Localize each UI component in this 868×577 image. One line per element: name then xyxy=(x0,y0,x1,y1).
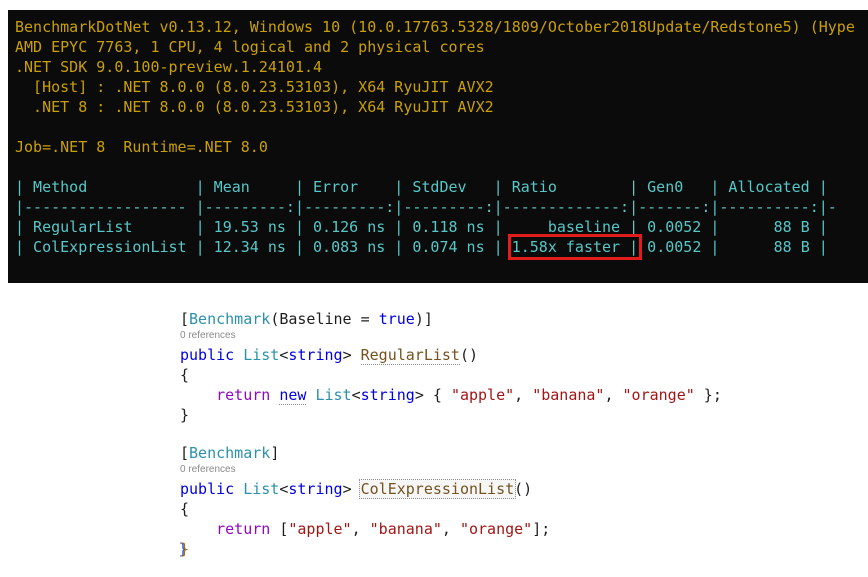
codelens-references-link[interactable]: 0 references xyxy=(180,463,722,479)
method-name-colexpressionlist: ColExpressionList xyxy=(358,479,517,499)
code-line-body: return ["apple", "banana", "orange"]; xyxy=(180,519,722,539)
codelens-references-link[interactable]: 0 references xyxy=(180,329,722,345)
code-line-attribute: [Benchmark(Baseline = true)] xyxy=(180,309,722,329)
code-line-open-brace: { xyxy=(180,499,722,519)
code-line-signature: public List<string> RegularList() xyxy=(180,345,722,365)
code-token: > xyxy=(342,480,361,498)
ratio-highlight-box: 1.58x faster | xyxy=(507,234,643,260)
method-name-regularlist: RegularList xyxy=(360,346,460,365)
type-list: List xyxy=(243,480,280,498)
keyword-string: string xyxy=(288,346,343,364)
code-token: , xyxy=(441,520,460,538)
code-line-attribute: [Benchmark] xyxy=(180,443,722,463)
code-block-regularlist: [Benchmark(Baseline = true)] 0 reference… xyxy=(180,309,722,425)
type-list: List xyxy=(315,386,352,404)
keyword-string: string xyxy=(360,386,415,404)
attribute-benchmark: Benchmark xyxy=(189,444,271,462)
keyword-new: new xyxy=(279,386,307,405)
attribute-benchmark: Benchmark xyxy=(189,310,271,328)
code-token: (Baseline = xyxy=(270,310,379,328)
code-line-close-brace: } xyxy=(180,405,722,425)
code-token: () xyxy=(514,480,533,498)
code-token: , xyxy=(604,386,623,404)
terminal-line-sdk: .NET SDK 9.0.100-preview.1.24101.4 xyxy=(15,58,323,76)
terminal-line-cpu: AMD EPYC 7763, 1 CPU, 4 logical and 2 ph… xyxy=(15,38,485,56)
terminal-line-host: [Host] : .NET 8.0.0 (8.0.23.53103), X64 … xyxy=(15,78,494,96)
code-token: )] xyxy=(414,310,433,328)
terminal-line-job: Job=.NET 8 Runtime=.NET 8.0 xyxy=(15,138,268,156)
code-token: { xyxy=(423,386,451,404)
keyword-true: true xyxy=(378,310,415,328)
code-line-signature: public List<string> ColExpressionList() xyxy=(180,479,722,499)
string-literal: "apple" xyxy=(288,520,352,538)
code-token: } xyxy=(180,540,190,558)
code-token: > xyxy=(414,386,424,404)
string-literal: "orange" xyxy=(459,520,533,538)
string-literal: "banana" xyxy=(532,386,605,404)
code-token: { xyxy=(180,500,190,518)
benchmark-table-header: | Method | Mean | Error | StdDev | Ratio… xyxy=(15,178,828,196)
code-token: [ xyxy=(180,310,190,328)
code-block-colexpressionlist: [Benchmark] 0 references public List<str… xyxy=(180,443,722,559)
code-token: }; xyxy=(694,386,722,404)
code-token: ] xyxy=(270,444,280,462)
code-token: , xyxy=(514,386,533,404)
code-line-open-brace: { xyxy=(180,365,722,385)
string-literal: "apple" xyxy=(450,386,515,404)
keyword-return: return xyxy=(216,386,271,404)
terminal-line-version: BenchmarkDotNet v0.13.12, Windows 10 (10… xyxy=(15,18,855,36)
keyword-public: public xyxy=(180,346,235,364)
code-token: , xyxy=(351,520,370,538)
benchmark-table-row-regularlist: | RegularList | 19.53 ns | 0.126 ns | 0.… xyxy=(15,218,828,236)
benchmark-table-row-colexpressionlist: | ColExpressionList | 12.34 ns | 0.083 n… xyxy=(15,234,868,260)
keyword-public: public xyxy=(180,480,235,498)
code-token: { xyxy=(180,366,190,384)
code-token: () xyxy=(459,346,479,364)
code-token: ]; xyxy=(532,520,551,538)
terminal-line-net8: .NET 8 : .NET 8.0.0 (8.0.23.53103), X64 … xyxy=(15,98,494,116)
code-token: [ xyxy=(180,444,190,462)
code-token: < xyxy=(351,386,361,404)
code-editor[interactable]: [Benchmark(Baseline = true)] 0 reference… xyxy=(180,309,722,577)
string-literal: "banana" xyxy=(369,520,442,538)
benchmark-table-separator: |------------------ |---------:|--------… xyxy=(15,198,837,216)
code-line-close-brace: } xyxy=(180,539,722,559)
row-suffix: 0.0052 | 88 B | xyxy=(638,238,828,256)
string-literal: "orange" xyxy=(622,386,695,404)
row-prefix: | ColExpressionList | 12.34 ns | 0.083 n… xyxy=(15,238,512,256)
code-token: > xyxy=(342,346,361,364)
code-token: } xyxy=(180,406,190,424)
type-list: List xyxy=(243,346,280,364)
terminal-window: BenchmarkDotNet v0.13.12, Windows 10 (10… xyxy=(8,10,868,283)
keyword-return: return xyxy=(216,520,271,538)
keyword-string: string xyxy=(288,480,343,498)
code-line-body: return new List<string> { "apple", "bana… xyxy=(180,385,722,405)
